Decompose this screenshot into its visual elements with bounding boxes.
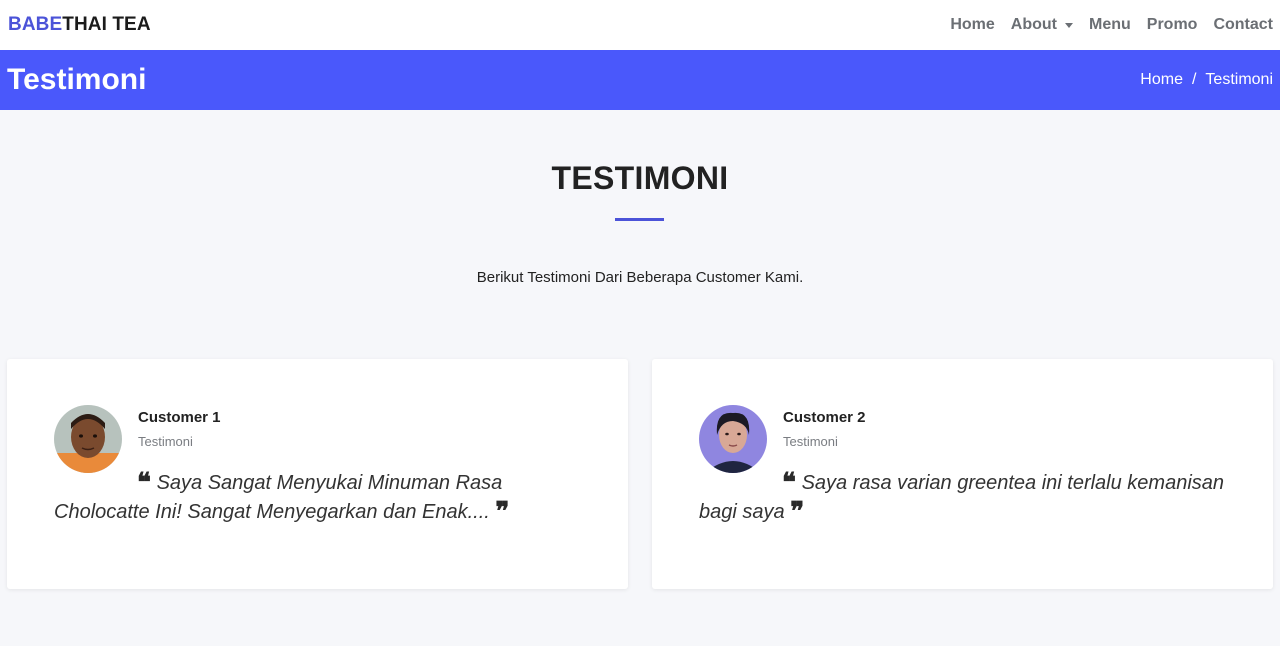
customer-role: Testimoni (138, 434, 193, 449)
page-title: Testimoni (7, 63, 147, 96)
quote-open-icon: ❝ (137, 468, 151, 498)
testimonial-card: Customer 2 Testimoni ❝ Saya rasa varian … (652, 359, 1273, 589)
section-subtitle: Berikut Testimoni Dari Beberapa Customer… (476, 269, 804, 286)
brand-part-2: THAI TEA (62, 14, 151, 35)
navbar: BABETHAI TEA Home About Menu Promo Conta… (0, 0, 1280, 50)
avatar (699, 405, 767, 473)
avatar (54, 405, 122, 473)
title-divider (615, 218, 664, 221)
breadcrumb-separator: / (1191, 71, 1197, 88)
quote-close-icon: ❞ (495, 497, 510, 527)
section-title: TESTIMONI (551, 160, 729, 196)
testimonial-quote: ❝ Saya rasa varian greentea ini terlalu … (699, 469, 1229, 527)
testimonial-card: Customer 1 Testimoni ❝ Saya Sangat Menyu… (7, 359, 628, 589)
chevron-down-icon (1064, 23, 1073, 28)
testimonial-quote: ❝ Saya Sangat Menyukai Minuman Rasa Chol… (54, 469, 584, 527)
customer-2-photo (699, 405, 767, 473)
nav-about-label: About (1010, 16, 1057, 33)
breadcrumb-home[interactable]: Home (1140, 71, 1183, 89)
customer-role: Testimoni (783, 434, 838, 449)
nav-contact[interactable]: Contact (1213, 16, 1273, 34)
brand-part-1: BABE (8, 14, 63, 35)
testimonials-section: TESTIMONI Berikut Testimoni Dari Beberap… (0, 110, 1280, 646)
main-nav: Home About Menu Promo Contact (934, 16, 1273, 34)
page-header: Testimoni Home / Testimoni (0, 50, 1280, 110)
nav-home[interactable]: Home (950, 16, 994, 34)
nav-menu[interactable]: Menu (1089, 16, 1131, 34)
nav-promo[interactable]: Promo (1147, 16, 1198, 34)
quote-open-icon: ❝ (782, 468, 796, 498)
testimonial-text: Saya Sangat Menyukai Minuman Rasa Choloc… (54, 472, 503, 523)
testimonial-text: Saya rasa varian greentea ini terlalu ke… (699, 472, 1225, 523)
customer-1-photo (54, 405, 122, 473)
nav-about[interactable]: About (1011, 16, 1073, 34)
customer-name: Customer 1 (138, 409, 221, 426)
customer-name: Customer 2 (783, 409, 866, 426)
breadcrumb: Home / Testimoni (1140, 71, 1273, 89)
quote-close-icon: ❞ (790, 497, 805, 527)
brand-logo[interactable]: BABETHAI TEA (8, 14, 151, 36)
breadcrumb-current: Testimoni (1205, 71, 1273, 88)
